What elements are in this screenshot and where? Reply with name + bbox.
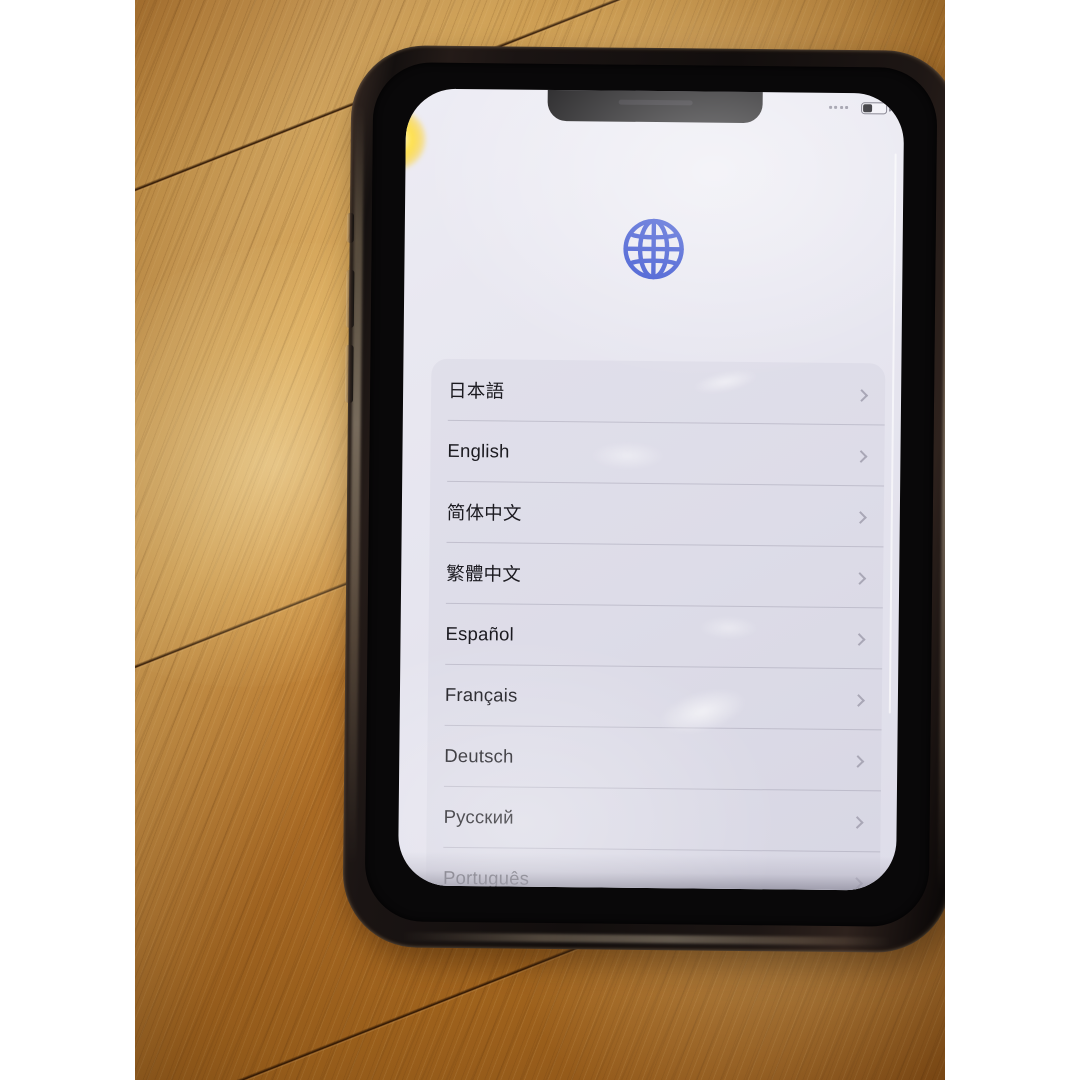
phone-screen[interactable]: 日本語 English 简体中文 繁體中文 Español Français D…	[397, 88, 905, 891]
language-label: 简体中文	[446, 501, 522, 524]
chevron-right-icon	[855, 388, 869, 402]
language-row-english[interactable]: English	[430, 420, 885, 486]
language-row-german[interactable]: Deutsch	[427, 725, 882, 791]
chevron-right-icon	[853, 571, 867, 585]
language-label: Español	[445, 622, 514, 645]
language-label: Français	[444, 683, 518, 706]
language-label: 繁體中文	[446, 562, 522, 585]
chevron-right-icon	[850, 815, 864, 829]
language-label: Русский	[443, 805, 514, 828]
language-row-simplified-chinese[interactable]: 简体中文	[430, 481, 885, 547]
volume-down-button[interactable]	[344, 344, 354, 403]
status-bar	[406, 88, 904, 126]
language-label: English	[447, 439, 510, 462]
volume-up-button[interactable]	[345, 269, 355, 328]
language-row-russian[interactable]: Русский	[426, 786, 881, 852]
chevron-right-icon	[854, 510, 867, 524]
screenshot-canvas: 日本語 English 简体中文 繁體中文 Español Français D…	[0, 0, 1080, 1080]
scrollbar[interactable]	[888, 153, 897, 714]
screen-bottom-shadow	[397, 851, 897, 891]
chevron-right-icon	[852, 632, 866, 646]
battery-fill	[863, 104, 873, 113]
photograph: 日本語 English 简体中文 繁體中文 Español Français D…	[135, 0, 945, 1080]
battery-cap	[889, 106, 892, 112]
chevron-right-icon	[851, 754, 865, 768]
globe-icon-graphic	[623, 218, 684, 280]
battery-icon	[861, 102, 888, 115]
language-row-japanese[interactable]: 日本語	[431, 359, 886, 425]
language-row-french[interactable]: Français	[428, 664, 883, 730]
mute-switch[interactable]	[346, 212, 354, 243]
screen-bezel: 日本語 English 简体中文 繁體中文 Español Français D…	[364, 62, 938, 927]
language-list[interactable]: 日本語 English 简体中文 繁體中文 Español Français D…	[425, 358, 886, 891]
signal-dots-icon	[828, 105, 849, 110]
chevron-right-icon	[852, 693, 865, 707]
language-row-traditional-chinese[interactable]: 繁體中文	[429, 542, 884, 608]
globe-icon	[617, 213, 690, 286]
language-row-spanish[interactable]: Español	[428, 603, 883, 669]
iphone-device: 日本語 English 简体中文 繁體中文 Español Français D…	[342, 44, 945, 968]
language-label: 日本語	[448, 379, 505, 401]
chevron-right-icon	[854, 449, 868, 463]
language-label: Deutsch	[444, 744, 514, 767]
